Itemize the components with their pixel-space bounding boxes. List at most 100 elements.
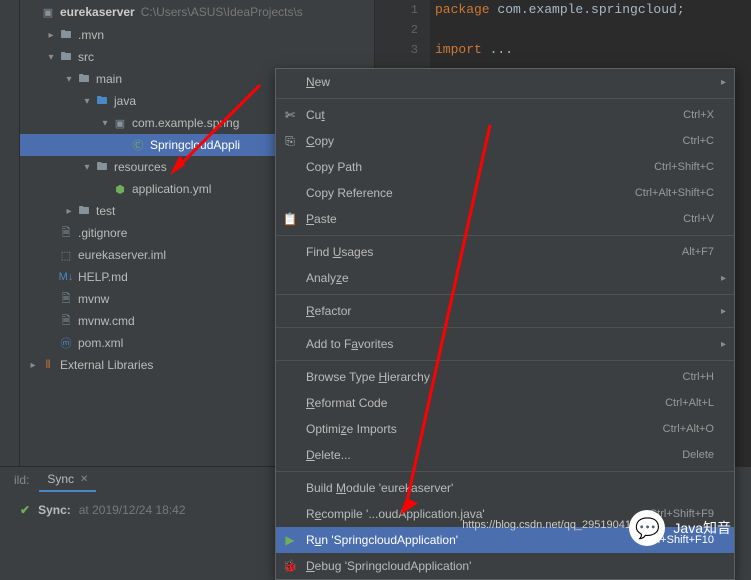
close-icon[interactable]: ✕ [80,474,88,485]
scissors-icon: ✄ [282,108,298,122]
folder-icon: 🖿 [76,203,92,219]
menu-build-module[interactable]: Build Module 'eurekaserver' [276,475,734,501]
shortcut: Ctrl+X [683,109,714,121]
watermark-text: Java知音 [673,518,731,538]
tree-label: HELP.md [78,270,128,284]
sync-label: Sync: [38,503,71,517]
chevron-down-icon: ▾ [80,162,94,173]
line-number: 2 [375,20,430,40]
menu-new[interactable]: New ▸ [276,69,734,95]
menu-analyze[interactable]: Analyze ▸ [276,265,734,291]
sync-time: at 2019/12/24 18:42 [79,503,186,517]
java-class-icon: Ⓒ [130,137,146,153]
submenu-arrow-icon: ▸ [721,339,726,350]
source-folder-icon: 🖿 [94,93,110,109]
debug-icon: 🐞 [282,559,298,573]
menu-debug[interactable]: 🐞 Debug 'SpringcloudApplication' [276,553,734,579]
watermark: 💬 Java知音 [629,510,731,546]
folder-icon: 🖿 [58,49,74,65]
tree-label: External Libraries [60,358,153,372]
tree-item-mvn[interactable]: ▸ 🖿 .mvn [20,24,374,46]
tree-item-src[interactable]: ▾ 🖿 src [20,46,374,68]
menu-refactor[interactable]: Refactor ▸ [276,298,734,324]
tree-label: pom.xml [78,336,123,350]
menu-separator [276,327,734,328]
shortcut: Delete [682,449,714,461]
chevron-right-icon: ▸ [26,360,40,371]
tree-label: src [78,50,94,64]
menu-paste[interactable]: 📋 Paste Ctrl+V [276,206,734,232]
keyword: import [435,42,482,57]
submenu-arrow-icon: ▸ [721,273,726,284]
tree-label: com.example.spring [132,116,239,130]
menu-separator [276,471,734,472]
project-header[interactable]: ▣ eurekaserver C:\Users\ASUS\IdeaProject… [20,0,374,24]
menu-browse-hierarchy[interactable]: Browse Type Hierarchy Ctrl+H [276,364,734,390]
chevron-down-icon: ▾ [44,52,58,63]
watermark-avatar-icon: 💬 [629,510,665,546]
project-path: C:\Users\ASUS\IdeaProjects\s [141,5,303,19]
shortcut: Ctrl+V [683,213,714,225]
chevron-down-icon: ▾ [80,96,94,107]
folder-icon: 🖿 [76,71,92,87]
tree-label: .gitignore [78,226,127,240]
menu-copy-reference[interactable]: Copy Reference Ctrl+Alt+Shift+C [276,180,734,206]
menu-separator [276,360,734,361]
tree-label: eurekaserver.iml [78,248,166,262]
shortcut: Ctrl+C [683,135,714,147]
menu-separator [276,294,734,295]
markdown-file-icon: M↓ [58,269,74,285]
tree-label: .mvn [78,28,104,42]
yml-file-icon: ⬢ [112,181,128,197]
libraries-icon: ⫴ [40,357,56,373]
shortcut: Ctrl+Alt+Shift+C [635,187,714,199]
file-icon: 🗎 [58,291,74,307]
package-name: com.example.springcloud; [490,2,685,17]
tree-label: main [96,72,122,86]
chevron-down-icon: ▾ [62,74,76,85]
menu-copy-path[interactable]: Copy Path Ctrl+Shift+C [276,154,734,180]
shortcut: Ctrl+Alt+L [665,397,714,409]
copy-icon: ⎘ [282,134,298,149]
menu-optimize-imports[interactable]: Optimize Imports Ctrl+Alt+O [276,416,734,442]
build-label: ild: [6,473,29,487]
chevron-down-icon: ▾ [98,118,112,129]
tree-label: test [96,204,115,218]
submenu-arrow-icon: ▸ [721,77,726,88]
keyword: package [435,2,490,17]
editor-content[interactable]: package com.example.springcloud; import … [375,0,751,60]
shortcut: Ctrl+Alt+O [663,423,714,435]
maven-file-icon: ⓜ [58,335,74,351]
shortcut: Ctrl+H [683,371,714,383]
line-number: 1 [375,0,430,20]
paste-icon: 📋 [282,212,298,226]
menu-separator [276,235,734,236]
tree-label: application.yml [132,182,211,196]
shortcut: Ctrl+Shift+C [654,161,714,173]
context-menu: New ▸ ✄ Cut Ctrl+X ⎘ Copy Ctrl+C Copy Pa… [275,68,735,580]
menu-separator [276,98,734,99]
chevron-right-icon: ▸ [62,206,76,217]
menu-cut[interactable]: ✄ Cut Ctrl+X [276,102,734,128]
watermark-url: https://blog.csdn.net/qq_29519041 [462,519,631,531]
folder-icon: 🖿 [58,27,74,43]
iml-file-icon: ⬚ [58,247,74,263]
tab-sync[interactable]: Sync ✕ [39,468,96,492]
code-text: ... [482,42,513,57]
tree-label: mvnw [78,292,109,306]
tab-label: Sync [47,472,74,486]
menu-favorites[interactable]: Add to Favorites ▸ [276,331,734,357]
menu-find-usages[interactable]: Find Usages Alt+F7 [276,239,734,265]
menu-copy[interactable]: ⎘ Copy Ctrl+C [276,128,734,154]
tree-label: java [114,94,136,108]
tree-label: SpringcloudAppli [150,138,240,152]
package-icon: ▣ [112,115,128,131]
chevron-right-icon: ▸ [44,30,58,41]
file-icon: 🗎 [58,225,74,241]
menu-reformat[interactable]: Reformat Code Ctrl+Alt+L [276,390,734,416]
file-icon: 🗎 [58,313,74,329]
submenu-arrow-icon: ▸ [721,306,726,317]
tree-label: mvnw.cmd [78,314,135,328]
menu-delete[interactable]: Delete... Delete [276,442,734,468]
check-icon: ✔ [20,503,30,517]
